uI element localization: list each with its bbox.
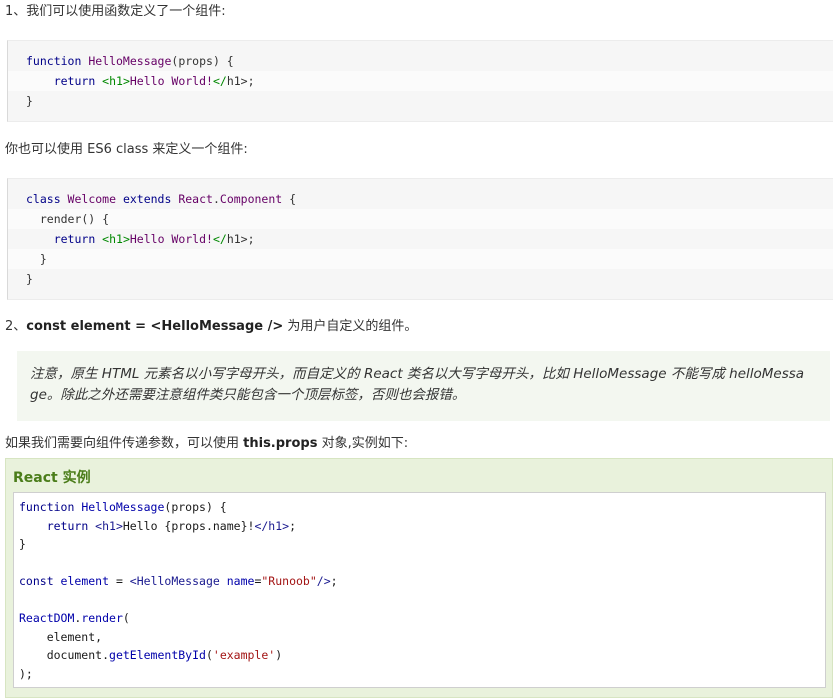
section2-prefix: 2、: [5, 319, 27, 334]
code-line: ReactDOM.render(: [19, 611, 130, 625]
tutorial-page: 1、我们可以使用函数定义了一个组件: function HelloMessage…: [0, 0, 833, 698]
props-bold: this.props: [243, 436, 318, 451]
code-line: return <h1>Hello {props.name}!</h1>;: [46, 518, 296, 533]
code-line: render() {: [8, 209, 833, 229]
code-line: );: [19, 666, 33, 681]
code-line: }: [8, 249, 833, 269]
note-line-2: ge。除此之外还需要注意组件类只能包含一个顶层标签，否则也会报错。: [30, 387, 466, 403]
section2-bold-code: const element = <HelloMessage />: [26, 319, 284, 334]
example-title: React 实例: [13, 470, 91, 486]
code-block-class: class Welcome extends React.Component { …: [7, 178, 833, 300]
code-block-function: function HelloMessage(props) { return <h…: [7, 40, 833, 122]
code-line: }: [26, 94, 33, 108]
code-line: element,: [19, 629, 103, 644]
note-box: 注意，原生 HTML 元素名以小写字母开头，而自定义的 React 类名以大写字…: [17, 351, 830, 421]
code-line: document.getElementById('example'): [19, 648, 283, 662]
example-code-block: function HelloMessage(props) { return <h…: [13, 492, 826, 688]
section2-suffix: 为用户自定义的组件。: [283, 319, 418, 334]
props-suffix: 对象,实例如下:: [317, 436, 409, 451]
props-text: 如果我们需要向组件传递参数，可以使用 this.props 对象,实例如下:: [5, 435, 408, 453]
code-line: }: [26, 272, 33, 286]
code-line: function HelloMessage(props) {: [19, 500, 227, 514]
code-line: const element = <HelloMessage name="Runo…: [19, 574, 338, 588]
note-line-1: 注意，原生 HTML 元素名以小写字母开头，而自定义的 React 类名以大写字…: [30, 366, 805, 382]
code-line: class Welcome extends React.Component {: [26, 192, 297, 206]
react-example-box: React 实例 function HelloMessage(props) { …: [5, 458, 833, 698]
section2-heading: 2、const element = <HelloMessage /> 为用户自定…: [5, 318, 417, 336]
code-line: function HelloMessage(props) {: [26, 54, 234, 68]
props-prefix: 如果我们需要向组件传递参数，可以使用: [5, 436, 244, 451]
code-line: return <h1>Hello World!</h1>;: [8, 71, 833, 91]
code-line: return <h1>Hello World!</h1>;: [53, 232, 255, 246]
code-line: }: [19, 537, 26, 551]
section1-intro: 1、我们可以使用函数定义了一个组件:: [5, 4, 226, 19]
es6-class-text: 你也可以使用 ES6 class 来定义一个组件:: [5, 142, 248, 157]
